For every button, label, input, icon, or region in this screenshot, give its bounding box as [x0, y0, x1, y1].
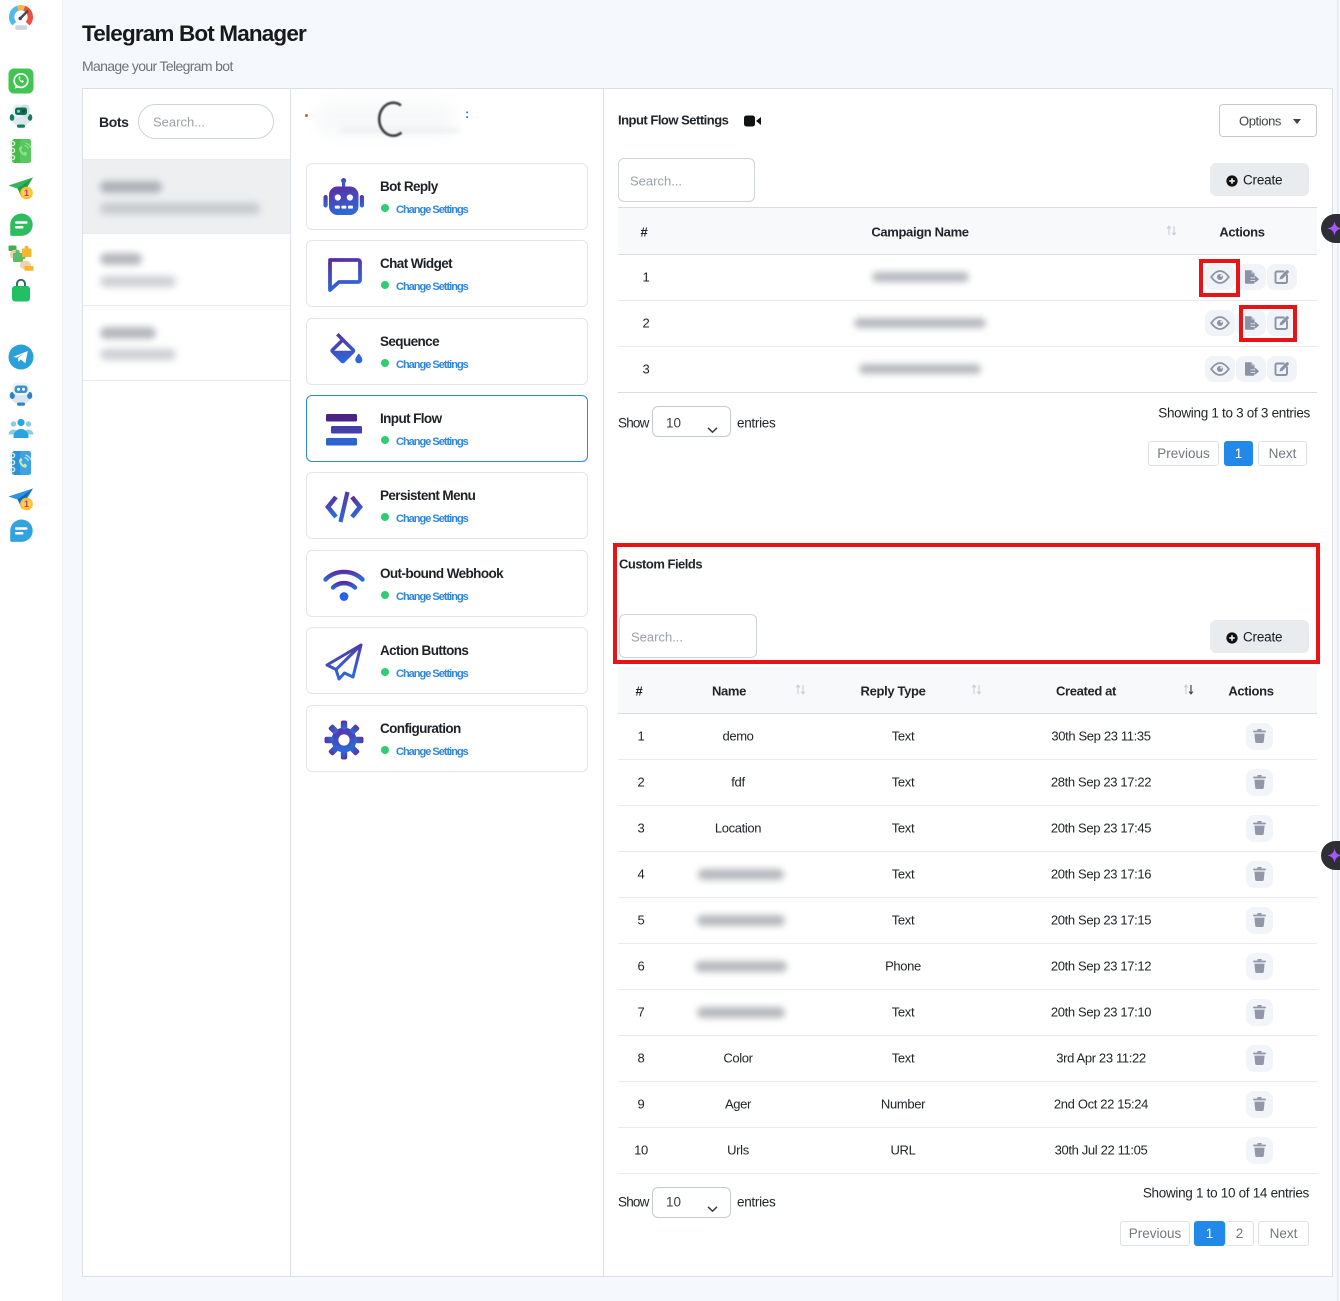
svg-text:1: 1 [24, 188, 29, 198]
svg-text:1: 1 [24, 499, 29, 509]
